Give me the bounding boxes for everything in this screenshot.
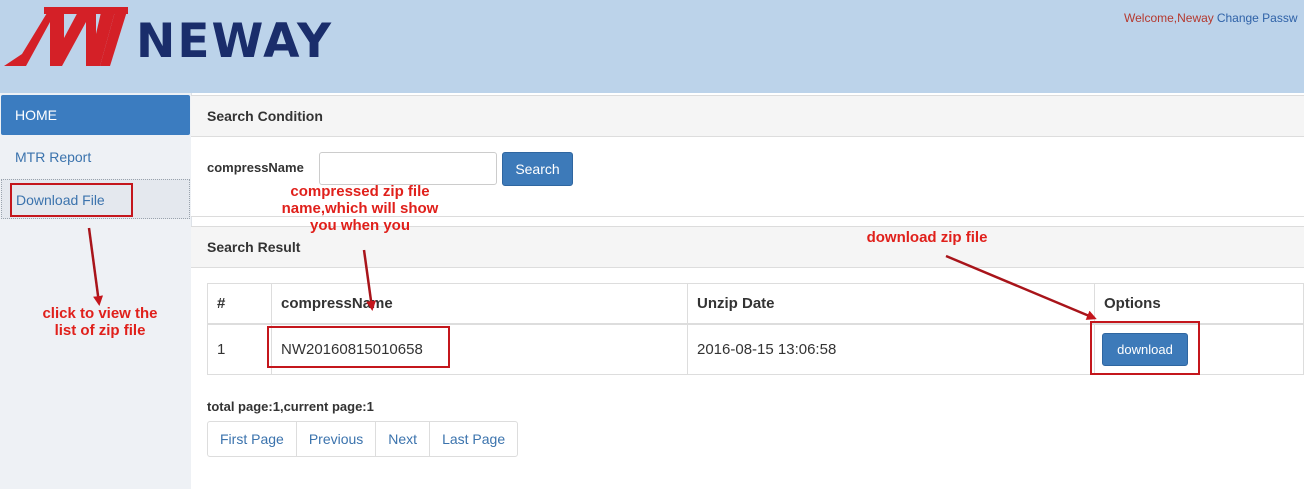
annotation-arrows — [87, 227, 1097, 320]
arrow-to-download-button — [945, 254, 1097, 320]
arrow-to-click-note — [87, 227, 104, 306]
arrow-to-compress-name — [362, 249, 376, 311]
